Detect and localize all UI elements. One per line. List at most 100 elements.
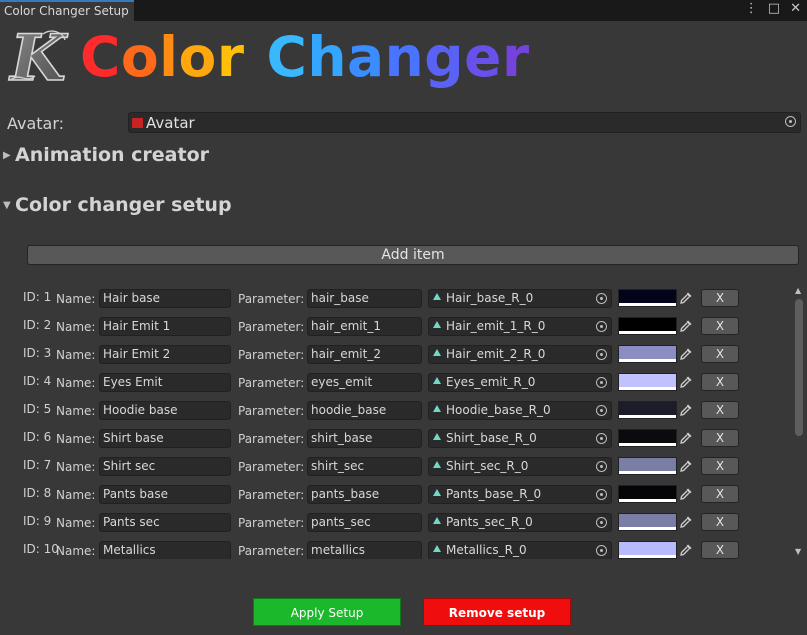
parameter-field[interactable]: shirt_sec: [307, 457, 422, 476]
eyedropper-icon[interactable]: [679, 543, 693, 557]
object-field[interactable]: Hoodie_base_R_0: [428, 401, 612, 420]
object-field[interactable]: Hair_base_R_0: [428, 289, 612, 308]
eyedropper-icon[interactable]: [679, 431, 693, 445]
scrollbar-thumb[interactable]: [795, 299, 803, 436]
remove-item-button[interactable]: X: [701, 457, 739, 475]
maximize-icon[interactable]: □: [768, 1, 780, 16]
parameter-field[interactable]: hair_base: [307, 289, 422, 308]
object-value: Shirt_sec_R_0: [446, 459, 529, 473]
parameter-field[interactable]: shirt_base: [307, 429, 422, 448]
object-picker-icon[interactable]: [596, 293, 607, 304]
object-field[interactable]: Hair_emit_1_R_0: [428, 317, 612, 336]
add-item-button[interactable]: Add item: [27, 245, 799, 265]
remove-item-button[interactable]: X: [701, 345, 739, 363]
parameter-field[interactable]: hair_emit_1: [307, 317, 422, 336]
object-picker-icon[interactable]: [596, 461, 607, 472]
object-field[interactable]: Hair_emit_2_R_0: [428, 345, 612, 364]
eyedropper-icon[interactable]: [679, 347, 693, 361]
object-picker-icon[interactable]: [596, 321, 607, 332]
parameter-field[interactable]: metallics: [307, 541, 422, 559]
name-field[interactable]: Hair Emit 1: [99, 317, 231, 336]
color-swatch[interactable]: [618, 541, 677, 559]
color-swatch[interactable]: [618, 345, 677, 363]
name-field[interactable]: Pants sec: [99, 513, 231, 532]
remove-item-button[interactable]: X: [701, 401, 739, 419]
tab-color-changer-setup[interactable]: Color Changer Setup: [0, 0, 134, 21]
object-field[interactable]: Metallics_R_0: [428, 541, 612, 559]
animation-clip-icon: [433, 461, 441, 468]
remove-item-button[interactable]: X: [701, 541, 739, 559]
object-picker-icon[interactable]: [596, 377, 607, 388]
color-swatch[interactable]: [618, 373, 677, 391]
remove-item-button[interactable]: X: [701, 373, 739, 391]
svg-text:K: K: [8, 24, 68, 90]
parameter-label: Parameter:: [238, 348, 305, 362]
name-label: Name:: [56, 544, 96, 558]
object-picker-icon[interactable]: [785, 116, 796, 127]
eyedropper-icon[interactable]: [679, 291, 693, 305]
remove-item-button[interactable]: X: [701, 485, 739, 503]
animation-clip-icon: [433, 545, 441, 552]
foldout-expanded-icon: ▼: [3, 200, 11, 211]
object-picker-icon[interactable]: [596, 405, 607, 416]
object-picker-icon[interactable]: [596, 545, 607, 556]
name-field[interactable]: Hair base: [99, 289, 231, 308]
object-field[interactable]: Shirt_base_R_0: [428, 429, 612, 448]
color-swatch[interactable]: [618, 317, 677, 335]
foldout-color-changer-setup[interactable]: ▼ Color changer setup: [3, 194, 232, 216]
object-picker-icon[interactable]: [596, 433, 607, 444]
eyedropper-icon[interactable]: [679, 515, 693, 529]
title-letter: r: [216, 25, 245, 89]
scrollbar[interactable]: ▲ ▼: [792, 284, 807, 556]
color-swatch[interactable]: [618, 513, 677, 531]
foldout-animation-creator[interactable]: ▶ Animation creator: [3, 144, 209, 166]
scroll-up-icon[interactable]: ▲: [795, 286, 801, 295]
name-field[interactable]: Metallics: [99, 541, 231, 559]
name-field[interactable]: Hair Emit 2: [99, 345, 231, 364]
close-icon[interactable]: ✕: [790, 1, 801, 16]
color-swatch[interactable]: [618, 289, 677, 307]
name-field[interactable]: Pants base: [99, 485, 231, 504]
parameter-field[interactable]: pants_base: [307, 485, 422, 504]
name-field[interactable]: Shirt base: [99, 429, 231, 448]
app-title: Color Changer: [80, 26, 530, 88]
object-value: Hair_emit_2_R_0: [446, 347, 546, 361]
remove-item-button[interactable]: X: [701, 429, 739, 447]
object-picker-icon[interactable]: [596, 489, 607, 500]
apply-setup-button[interactable]: Apply Setup: [253, 598, 401, 626]
scroll-down-icon[interactable]: ▼: [795, 547, 801, 556]
name-field[interactable]: Shirt sec: [99, 457, 231, 476]
item-id: ID: 3: [23, 346, 52, 360]
list-item: ID: 4 Name: Eyes Emit Parameter: eyes_emit Ey…: [0, 368, 790, 396]
eyedropper-icon[interactable]: [679, 403, 693, 417]
name-field[interactable]: Eyes Emit: [99, 373, 231, 392]
eyedropper-icon[interactable]: [679, 375, 693, 389]
object-field[interactable]: Pants_sec_R_0: [428, 513, 612, 532]
animation-clip-icon: [433, 349, 441, 356]
object-field[interactable]: Pants_base_R_0: [428, 485, 612, 504]
object-field[interactable]: Eyes_emit_R_0: [428, 373, 612, 392]
eyedropper-icon[interactable]: [679, 459, 693, 473]
color-swatch[interactable]: [618, 429, 677, 447]
avatar-field[interactable]: Avatar: [128, 112, 801, 133]
remove-item-button[interactable]: X: [701, 317, 739, 335]
remove-item-button[interactable]: X: [701, 289, 739, 307]
object-picker-icon[interactable]: [596, 517, 607, 528]
eyedropper-icon[interactable]: [679, 319, 693, 333]
eyedropper-icon[interactable]: [679, 487, 693, 501]
parameter-field[interactable]: hair_emit_2: [307, 345, 422, 364]
object-picker-icon[interactable]: [596, 349, 607, 360]
remove-item-button[interactable]: X: [701, 513, 739, 531]
color-swatch[interactable]: [618, 457, 677, 475]
remove-setup-button[interactable]: Remove setup: [423, 598, 571, 626]
color-swatch[interactable]: [618, 401, 677, 419]
name-field[interactable]: Hoodie base: [99, 401, 231, 420]
object-field[interactable]: Shirt_sec_R_0: [428, 457, 612, 476]
parameter-field[interactable]: pants_sec: [307, 513, 422, 532]
parameter-label: Parameter:: [238, 432, 305, 446]
color-swatch[interactable]: [618, 485, 677, 503]
more-options-icon[interactable]: ⋮: [745, 1, 758, 16]
parameter-field[interactable]: eyes_emit: [307, 373, 422, 392]
parameter-field[interactable]: hoodie_base: [307, 401, 422, 420]
tab-tools: ⋮ □ ✕: [745, 1, 801, 16]
